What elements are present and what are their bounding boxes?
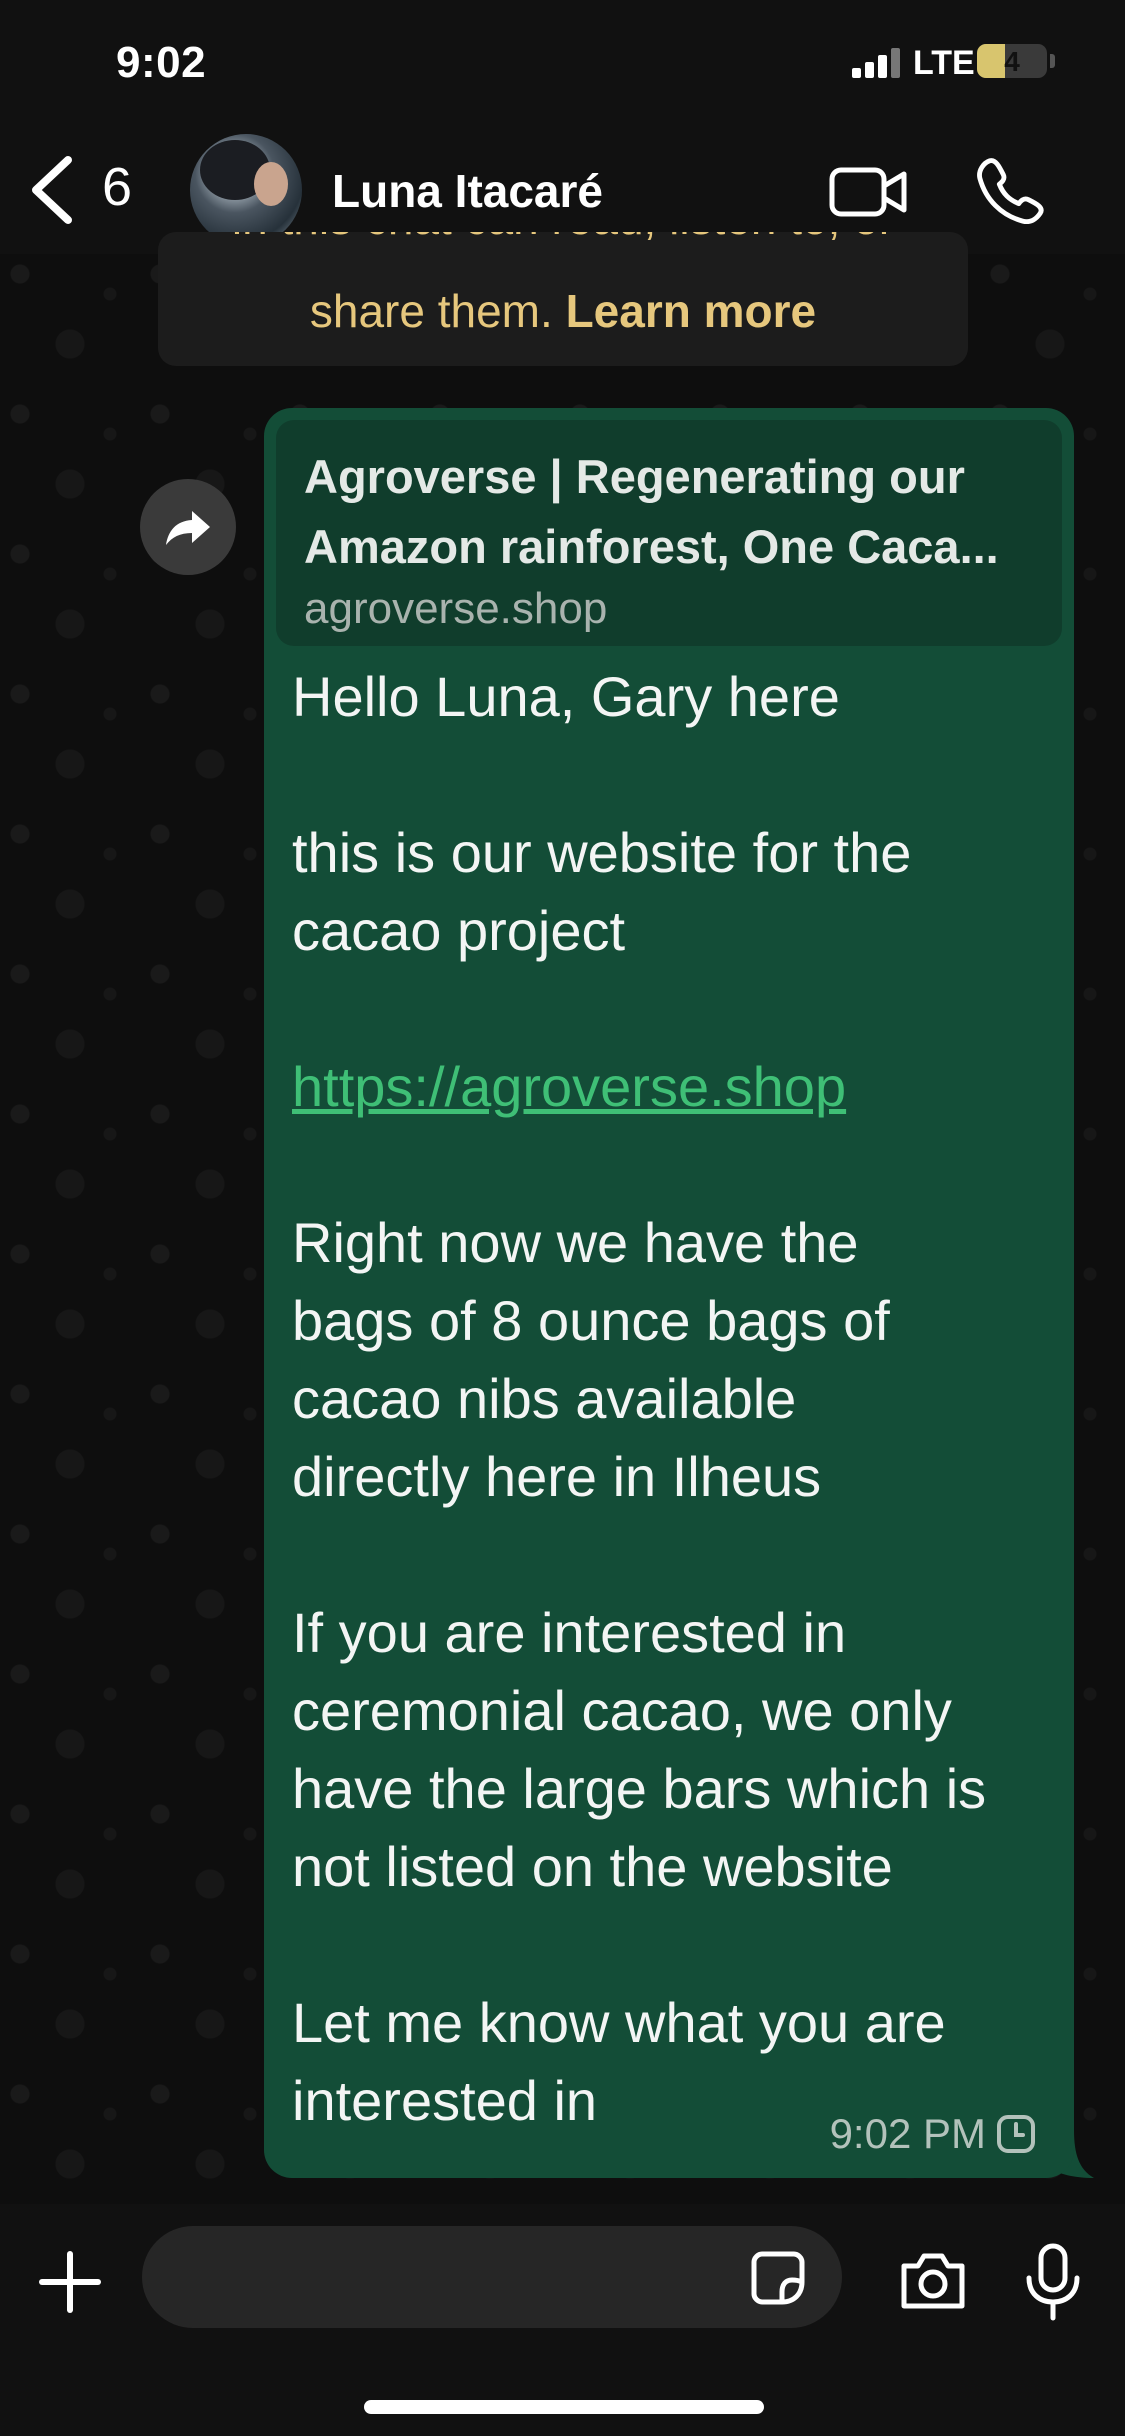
battery-nub: [1050, 54, 1055, 68]
message-line: ceremonial cacao, we only: [292, 1679, 952, 1742]
clock-pending-icon: [997, 2115, 1035, 2153]
message-line: Right now we have the: [292, 1211, 859, 1274]
status-time: 9:02: [116, 38, 207, 87]
message-input[interactable]: [178, 2246, 722, 2310]
microphone-icon[interactable]: [1020, 2242, 1086, 2322]
message-input-container[interactable]: [142, 2226, 842, 2328]
contact-avatar[interactable]: [190, 134, 302, 246]
message-line: Let me know what you are: [292, 1991, 946, 2054]
home-indicator: [364, 2400, 764, 2414]
message-line: not listed on the website: [292, 1835, 893, 1898]
signal-strength-icon: [852, 48, 902, 78]
phone-call-icon[interactable]: [976, 154, 1046, 226]
video-call-icon[interactable]: [828, 160, 910, 224]
message-line: bags of 8 ounce bags of: [292, 1289, 890, 1352]
forward-arrow-icon: [166, 511, 210, 545]
learn-more-link[interactable]: Learn more: [566, 285, 817, 337]
preview-title-line-1: Agroverse | Regenerating our: [304, 450, 965, 503]
notice-body: share them.: [309, 285, 553, 337]
message-line: this is our website for the: [292, 821, 912, 884]
message-line: cacao nibs available: [292, 1367, 797, 1430]
encryption-notice: in this chat can read, listen to, or sha…: [158, 232, 968, 366]
status-bar: 9:02 LTE 4: [0, 0, 1125, 130]
sticker-icon[interactable]: [748, 2248, 808, 2308]
message-meta: 9:02 PM: [830, 2110, 1036, 2158]
link-preview-title: Agroverse | Regenerating our Amazon rain…: [304, 442, 1049, 582]
message-line: If you are interested in: [292, 1601, 847, 1664]
link-preview[interactable]: Agroverse | Regenerating our Amazon rain…: [276, 420, 1062, 646]
message-line: cacao project: [292, 899, 626, 962]
message-line: Hello Luna, Gary here: [292, 665, 840, 728]
unread-count[interactable]: 6: [102, 156, 132, 218]
plus-icon[interactable]: [38, 2250, 102, 2314]
message-link[interactable]: https://agroverse.shop: [292, 1055, 846, 1118]
message-line: directly here in Ilheus: [292, 1445, 822, 1508]
link-preview-domain: agroverse.shop: [304, 584, 608, 633]
message-composer: [0, 2204, 1125, 2436]
contact-name[interactable]: Luna Itacaré: [332, 164, 603, 218]
forward-button[interactable]: [140, 479, 236, 575]
network-type: LTE: [913, 44, 975, 82]
message-text: Hello Luna, Gary here this is our websit…: [292, 658, 1062, 2140]
preview-title-line-2: Amazon rainforest, One Caca...: [304, 520, 999, 573]
battery-icon: 4: [977, 44, 1047, 78]
notice-text: share them. Learn more: [158, 284, 968, 338]
message-line: have the large bars which is: [292, 1757, 987, 1820]
battery-level: 4: [1004, 46, 1020, 77]
outgoing-message-bubble[interactable]: Agroverse | Regenerating our Amazon rain…: [264, 408, 1074, 2178]
back-chevron-icon[interactable]: [24, 150, 84, 230]
notice-cut-text: in this chat can read, listen to, or: [158, 232, 968, 248]
message-time: 9:02 PM: [829, 2110, 986, 2157]
camera-icon[interactable]: [898, 2250, 968, 2312]
